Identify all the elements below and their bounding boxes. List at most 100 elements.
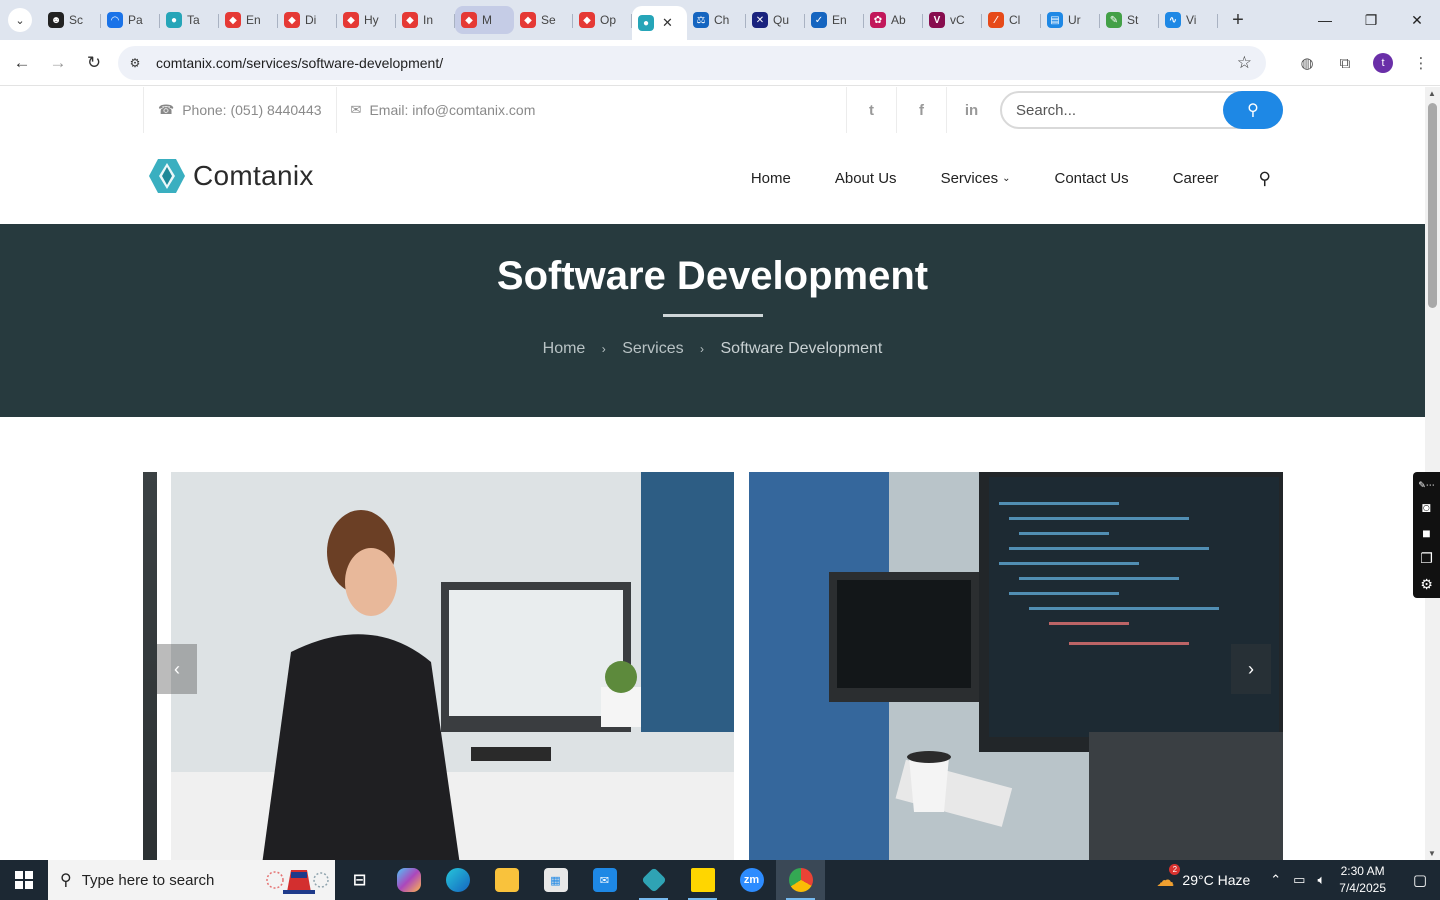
taskbar-search[interactable]: ⚲ Type here to search xyxy=(48,860,335,900)
url-text[interactable]: comtanix.com/services/software-developme… xyxy=(156,55,443,71)
nav-contact[interactable]: Contact Us xyxy=(1054,170,1128,187)
sticky-notes-app[interactable] xyxy=(678,860,727,900)
extensions-icon[interactable]: ⧉ xyxy=(1326,55,1364,72)
new-tab-button[interactable]: + xyxy=(1226,9,1250,32)
tab-title: Di xyxy=(305,13,317,27)
facebook-icon[interactable]: f xyxy=(896,87,946,133)
back-button[interactable]: ← xyxy=(4,45,40,81)
scroll-up-icon[interactable]: ▲ xyxy=(1428,89,1436,98)
browser-tab[interactable]: ✎ St xyxy=(1100,6,1159,34)
tab-title: Op xyxy=(600,13,617,27)
holiday-hat-icon xyxy=(266,870,329,894)
browser-tab[interactable]: VvC xyxy=(923,6,982,34)
tab-favicon-icon: ⁄ xyxy=(988,12,1004,28)
browser-tab[interactable]: ✕ Qu xyxy=(746,6,805,34)
settings-gear-icon[interactable]: ⚙ xyxy=(1420,572,1433,598)
video-icon[interactable]: ■ xyxy=(1422,520,1430,546)
nav-home[interactable]: Home xyxy=(751,170,791,187)
nav-about[interactable]: About Us xyxy=(835,170,897,187)
nav-career[interactable]: Career xyxy=(1173,170,1219,187)
menu-kebab-icon[interactable]: ⋮ xyxy=(1402,54,1440,72)
browser-tab[interactable]: ◆ In xyxy=(396,6,455,34)
site-info-icon[interactable]: ⚙ xyxy=(118,56,152,70)
tab-favicon-icon: ▤ xyxy=(1047,12,1063,28)
logo-mark-icon xyxy=(149,159,185,193)
zoom-app[interactable]: zm xyxy=(727,860,776,900)
browser-tab[interactable]: ∿ Vi xyxy=(1159,6,1218,34)
store-app[interactable]: ▦ xyxy=(531,860,580,900)
file-explorer-app[interactable] xyxy=(482,860,531,900)
translate-icon[interactable]: ◍ xyxy=(1288,54,1326,72)
browser-tab[interactable]: ▤ Ur xyxy=(1041,6,1100,34)
search-icon: ⚲ xyxy=(60,872,72,889)
restore-button[interactable]: ❐ xyxy=(1348,0,1394,40)
forward-button[interactable]: → xyxy=(40,45,76,81)
chevron-right-icon: › xyxy=(1248,658,1254,679)
tab-title: Vi xyxy=(1186,13,1197,27)
site-search-button[interactable]: ⚲ xyxy=(1223,91,1283,129)
notifications-icon[interactable]: ▢ xyxy=(1400,871,1440,889)
camera-icon[interactable]: ◙ xyxy=(1422,493,1430,519)
nav-search-icon[interactable]: ⚲ xyxy=(1259,169,1271,189)
task-view-icon: ⊟ xyxy=(352,872,367,889)
chrome-app[interactable] xyxy=(776,860,825,900)
nav-services[interactable]: Services ⌄ xyxy=(941,170,1011,187)
weather-badge: 2 xyxy=(1169,863,1181,875)
reload-button[interactable]: ↻ xyxy=(76,45,112,81)
tab-search-button[interactable]: ⌄ xyxy=(8,8,32,32)
taskbar-search-placeholder: Type here to search xyxy=(81,871,215,889)
browser-tab[interactable]: ✓ En xyxy=(805,6,864,34)
brand-logo[interactable]: Comtanix xyxy=(149,159,314,193)
tab-title: vC xyxy=(950,13,965,27)
task-view-button[interactable]: ⊟ xyxy=(335,860,384,900)
clock[interactable]: 2:30 AM 7/4/2025 xyxy=(1339,863,1386,897)
browser-tab[interactable]: ◆ M xyxy=(455,6,514,34)
carousel-next-button[interactable]: › xyxy=(1231,644,1271,694)
minimize-button[interactable]: — xyxy=(1302,0,1348,40)
chevron-up-icon[interactable]: ⌃ xyxy=(1270,872,1281,888)
window-capture-icon[interactable]: ❐ xyxy=(1420,546,1433,572)
copilot-app[interactable] xyxy=(384,860,433,900)
browser-tab[interactable]: ● ✕ xyxy=(632,6,687,40)
mail-app[interactable]: ✉ xyxy=(580,860,629,900)
carousel-prev-button[interactable]: ‹ xyxy=(157,644,197,694)
taskbar-apps: ⊟ ▦ ✉ zm xyxy=(335,860,825,900)
browser-tab[interactable]: ⚖ Ch xyxy=(687,6,746,34)
volume-icon[interactable]: 🔈︎ xyxy=(1317,872,1325,888)
browser-tab[interactable]: ☻ Sc xyxy=(42,6,101,34)
carousel-photo-woman-at-desk xyxy=(171,472,734,860)
browser-tab[interactable]: ◆ En xyxy=(219,6,278,34)
close-window-button[interactable]: ✕ xyxy=(1394,0,1440,40)
browser-tab[interactable]: ✿ Ab xyxy=(864,6,923,34)
screenshot-tool-icon[interactable]: ✎⋯ xyxy=(1418,478,1435,493)
top-info-bar: ☎ Phone: (051) 8440443 ✉ Email: info@com… xyxy=(143,87,1283,133)
tab-title: Hy xyxy=(364,13,379,27)
tab-title: Se xyxy=(541,13,556,27)
phone-text: Phone: (051) 8440443 xyxy=(182,102,322,118)
weather-widget[interactable]: ☁ 2 29°C Haze xyxy=(1156,863,1250,891)
address-bar[interactable]: ⚙ comtanix.com/services/software-develop… xyxy=(118,46,1266,80)
browser-tab[interactable]: ◆ Hy xyxy=(337,6,396,34)
browser-tab[interactable]: ● Ta xyxy=(160,6,219,34)
email-text[interactable]: Email: info@comtanix.com xyxy=(369,102,535,118)
browser-tab[interactable]: ◆ Op xyxy=(573,6,632,34)
scroll-down-icon[interactable]: ▼ xyxy=(1428,849,1436,858)
browser-tab[interactable]: ◆ Di xyxy=(278,6,337,34)
start-button[interactable] xyxy=(0,860,48,900)
bookmark-star-icon[interactable]: ☆ xyxy=(1237,53,1252,73)
breadcrumb-services[interactable]: Services xyxy=(622,340,683,357)
scrollbar-thumb[interactable] xyxy=(1428,103,1437,308)
browser-tab[interactable]: ⁄ Cl xyxy=(982,6,1041,34)
breadcrumb-home[interactable]: Home xyxy=(543,340,586,357)
browser-tab[interactable]: ◠ Pa xyxy=(101,6,160,34)
network-icon[interactable]: ▭ xyxy=(1293,872,1305,888)
linkedin-icon[interactable]: in xyxy=(946,87,996,133)
site-search-input[interactable] xyxy=(1016,101,1216,119)
profile-avatar[interactable]: t xyxy=(1373,53,1393,73)
tab-close-icon[interactable]: ✕ xyxy=(662,15,673,31)
comtanix-app[interactable] xyxy=(629,860,678,900)
edge-app[interactable] xyxy=(433,860,482,900)
twitter-icon[interactable]: t xyxy=(846,87,896,133)
browser-tab[interactable]: ◆ Se xyxy=(514,6,573,34)
system-tray: ☁ 2 29°C Haze ⌃ ▭ 🔈︎ 2:30 AM 7/4/2025 ▢ xyxy=(1156,860,1440,900)
